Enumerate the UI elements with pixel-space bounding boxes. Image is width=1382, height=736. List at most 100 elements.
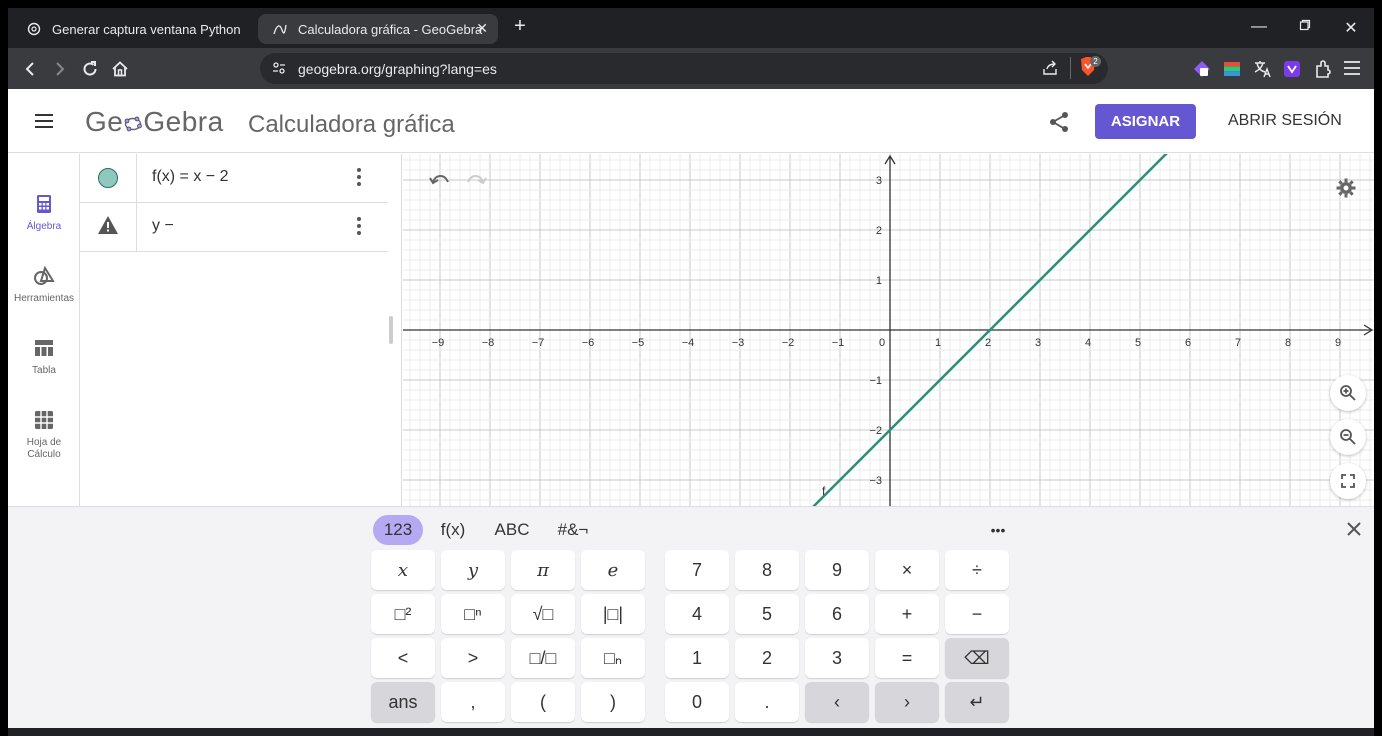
reload-icon[interactable] — [78, 57, 102, 81]
zoom-in-button[interactable] — [1330, 375, 1366, 411]
nav-tools[interactable]: Herramientas — [8, 265, 80, 304]
share-icon[interactable] — [1048, 111, 1070, 138]
spreadsheet-icon — [8, 410, 80, 433]
taskbar-edge — [8, 728, 1374, 736]
more-vert-icon[interactable] — [356, 167, 362, 192]
site-settings-icon[interactable] — [272, 61, 286, 78]
key-e[interactable]: e — [581, 550, 645, 590]
settings-gear-icon[interactable] — [1336, 178, 1356, 203]
key-dot[interactable]: . — [735, 682, 799, 722]
key-3[interactable]: 3 — [805, 638, 869, 678]
key-y[interactable]: y — [441, 550, 505, 590]
key-backspace[interactable]: ⌫ — [945, 638, 1009, 678]
key-ans[interactable]: ans — [371, 682, 435, 722]
back-icon[interactable] — [18, 57, 42, 81]
close-tab-icon[interactable]: ✕ — [476, 20, 488, 37]
keyboard-tab-abc[interactable]: ABC — [488, 515, 536, 545]
key-divide[interactable]: ÷ — [945, 550, 1009, 590]
restore-icon[interactable] — [1295, 18, 1315, 36]
brave-shields-icon[interactable]: 2 — [1078, 56, 1101, 78]
key-x[interactable]: x — [371, 550, 435, 590]
x-tick-label: 9 — [1335, 337, 1341, 349]
key-6[interactable]: 6 — [805, 594, 869, 634]
extension-purple-icon[interactable] — [1283, 60, 1301, 83]
key-power[interactable]: □ⁿ — [441, 594, 505, 634]
x-tick-label: −4 — [682, 337, 695, 349]
menu-icon[interactable] — [1343, 60, 1361, 81]
key-minus[interactable]: − — [945, 594, 1009, 634]
key-9[interactable]: 9 — [805, 550, 869, 590]
graphics-view[interactable]: −9 −8 −7 −6 −5 −4 −3 −2 −1 0 1 2 3 4 5 6 7 8 9 3 2 1 −1 −2 −3 f — [403, 154, 1374, 506]
hamburger-menu-icon[interactable] — [34, 113, 54, 134]
key-right-arrow[interactable]: › — [875, 682, 939, 722]
key-8[interactable]: 8 — [735, 550, 799, 590]
warning-icon — [97, 215, 119, 240]
key-sqrt[interactable]: √□ — [511, 594, 575, 634]
translate-icon[interactable] — [1253, 60, 1271, 83]
undo-icon[interactable] — [429, 172, 451, 191]
x-tick-label: 0 — [879, 337, 885, 349]
panel-resize-handle[interactable] — [389, 316, 393, 344]
key-0[interactable]: 0 — [665, 682, 729, 722]
visibility-toggle[interactable] — [80, 154, 137, 202]
tab-title: Generar captura ventana Python — [52, 21, 241, 37]
algebra-expression[interactable]: f(x) = x − 2 — [152, 168, 228, 186]
nav-label: Álgebra — [26, 221, 62, 232]
key-equals[interactable]: = — [875, 638, 939, 678]
wallet-icon[interactable] — [1193, 60, 1211, 83]
key-7[interactable]: 7 — [665, 550, 729, 590]
keyboard-tab-123[interactable]: 123 — [373, 515, 423, 545]
key-subscript[interactable]: □ₙ — [581, 638, 645, 678]
more-vert-icon[interactable] — [356, 216, 362, 241]
algebra-row[interactable]: f(x) = x − 2 — [80, 154, 388, 203]
extensions-icon[interactable] — [1313, 59, 1333, 84]
key-1[interactable]: 1 — [665, 638, 729, 678]
nav-spreadsheet[interactable]: Hoja de Cálculo — [8, 410, 80, 461]
x-tick-label: −2 — [782, 337, 795, 349]
key-comma[interactable]: , — [441, 682, 505, 722]
keyboard-more-icon[interactable]: ••• — [983, 515, 1013, 545]
fullscreen-button[interactable] — [1330, 463, 1366, 499]
tab-generar-captura[interactable]: Generar captura ventana Python — [12, 14, 252, 44]
x-tick-label: 8 — [1285, 337, 1291, 349]
key-square[interactable]: □² — [371, 594, 435, 634]
assign-button[interactable]: ASIGNAR — [1095, 104, 1196, 139]
graph-canvas[interactable]: −9 −8 −7 −6 −5 −4 −3 −2 −1 0 1 2 3 4 5 6 7 8 9321−1−2−3f — [403, 154, 1374, 506]
keyboard-tab-functions[interactable]: f(x) — [433, 515, 473, 545]
close-window-icon[interactable]: ✕ — [1341, 18, 1361, 38]
url-field[interactable]: geogebra.org/graphing?lang=es 2 — [260, 53, 1108, 84]
key-times[interactable]: × — [875, 550, 939, 590]
key-abs[interactable]: |□| — [581, 594, 645, 634]
key-4[interactable]: 4 — [665, 594, 729, 634]
nav-algebra[interactable]: Álgebra — [8, 194, 80, 232]
new-tab-icon[interactable]: + — [510, 15, 530, 38]
tab-geogebra[interactable]: Calculadora gráfica - GeoGebra ✕ — [258, 14, 498, 44]
login-button[interactable]: ABRIR SESIÓN — [1228, 112, 1342, 130]
fullscreen-icon — [1341, 474, 1355, 488]
key-fraction[interactable]: □/□ — [511, 638, 575, 678]
key-pi[interactable]: π — [511, 550, 575, 590]
algebra-expression[interactable]: y − — [152, 217, 174, 235]
algebra-row[interactable]: y − — [80, 203, 388, 252]
key-5[interactable]: 5 — [735, 594, 799, 634]
key-greater[interactable]: > — [441, 638, 505, 678]
extension-flag-icon[interactable] — [1224, 62, 1240, 81]
key-close-paren[interactable]: ) — [581, 682, 645, 722]
nav-label: Hoja de Cálculo — [26, 437, 62, 460]
nav-table[interactable]: Tabla — [8, 338, 80, 376]
key-enter[interactable]: ↵ — [945, 682, 1009, 722]
keyboard-tab-symbols[interactable]: #&¬ — [553, 515, 593, 545]
minimize-icon[interactable]: — — [1249, 18, 1269, 36]
key-plus[interactable]: + — [875, 594, 939, 634]
home-icon[interactable] — [108, 57, 132, 81]
share-page-icon[interactable] — [1042, 60, 1058, 79]
key-less[interactable]: < — [371, 638, 435, 678]
key-2[interactable]: 2 — [735, 638, 799, 678]
geogebra-logo[interactable]: Ge Gebra — [85, 106, 224, 140]
zoom-out-button[interactable] — [1330, 419, 1366, 455]
x-tick-label: 1 — [935, 337, 941, 349]
close-keyboard-icon[interactable] — [1346, 521, 1362, 542]
key-left-arrow[interactable]: ‹ — [805, 682, 869, 722]
forward-icon[interactable] — [48, 57, 72, 81]
key-open-paren[interactable]: ( — [511, 682, 575, 722]
